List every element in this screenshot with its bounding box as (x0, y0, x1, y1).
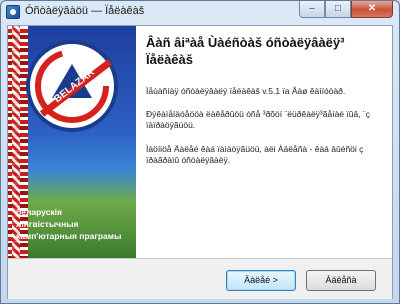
belazar-logo: BELAZAR (26, 40, 118, 132)
cancel-button[interactable]: Àäëåñà (306, 270, 376, 291)
minimize-button[interactable]: – (299, 1, 325, 18)
caption-buttons: – □ ✕ (299, 1, 393, 19)
instruction-text: Ìàöíiöå Äàëåé êàá ïàìàöÿãüöü, àëi Àäëåñà… (146, 144, 364, 165)
wizard-body: BELAZAR беларускія лінгвістычныя камп'ют… (7, 25, 393, 299)
tagline-line: лінгвістычныя (16, 219, 79, 229)
installer-window: Óñòàëÿâàöü — Ïåëàêàš – □ ✕ BELAZAR белар… (0, 0, 400, 304)
next-button[interactable]: Äàëåé > (226, 270, 296, 291)
button-bar: Äàëåé > Àäëåñà (8, 258, 392, 299)
tagline: беларускія лінгвістычныя камп'ютарныя пр… (16, 206, 134, 242)
tagline-line: камп'ютарныя праграмы (16, 231, 122, 241)
app-icon (6, 5, 20, 19)
welcome-heading: Âàñ âiªàå Ùàéñòàš óñòàëÿâàëÿ³ Ïåëàêàš (146, 35, 345, 67)
wizard-banner: BELAZAR беларускія лінгвістычныя камп'ют… (8, 26, 136, 258)
close-button[interactable]: ✕ (351, 1, 393, 18)
welcome-content: Âàñ âiªàå Ùàéñòàš óñòàëÿâàëÿ³ Ïåëàêàš Ìå… (146, 26, 390, 258)
window-title: Óñòàëÿâàöü — Ïåëàêàš (25, 5, 145, 17)
tagline-line: беларускія (16, 207, 63, 217)
intro-text: Ìåùàñíàÿ óñòàëÿâàëÿ ïåëàêàš v.5.1 ïa Âàø… (146, 86, 346, 96)
advice-text: Ðýêàìåíäóåööà ëàêåðûöü óñå ³ðõöí ¨ëüðêàë… (146, 109, 371, 130)
title-bar[interactable]: Óñòàëÿâàöü — Ïåëàêàš – □ ✕ (1, 1, 399, 23)
maximize-button[interactable]: □ (325, 1, 351, 18)
